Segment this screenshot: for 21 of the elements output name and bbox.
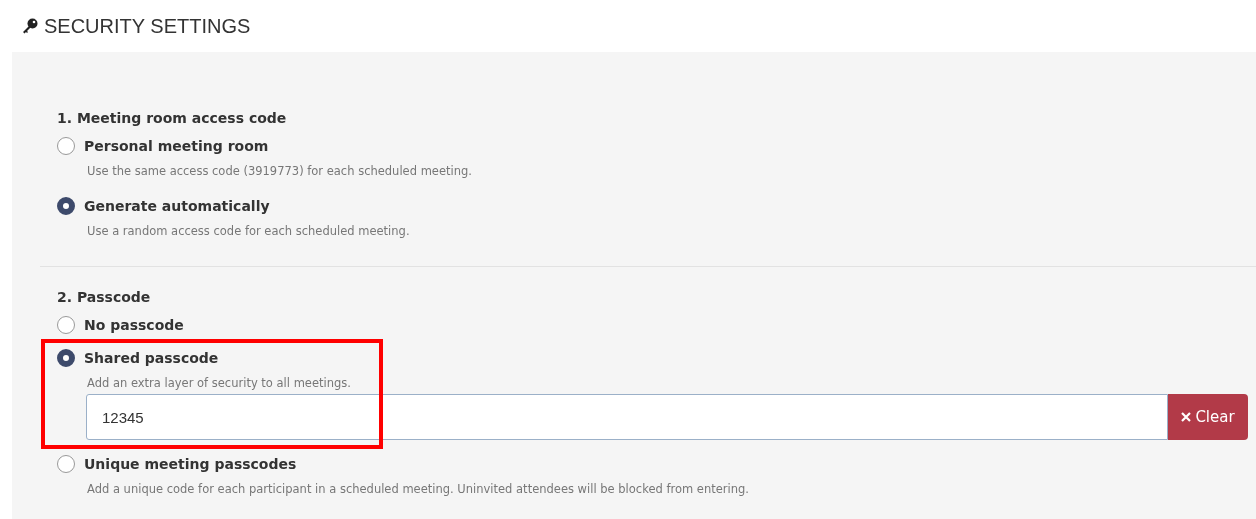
key-icon — [22, 18, 38, 34]
option-description: Add an extra layer of security to all meetings. — [87, 376, 351, 390]
option-description: Use the same access code (3919773) for each scheduled meeting. — [87, 164, 472, 178]
passcode-field[interactable]: 12345 — [86, 394, 1168, 440]
option-label: Shared passcode — [84, 350, 219, 366]
option-label: No passcode — [84, 317, 184, 333]
radio-button[interactable] — [57, 316, 75, 334]
section-title: SECURITY SETTINGS — [44, 14, 251, 38]
option-label: Generate automatically — [84, 198, 270, 214]
option-description: Add a unique code for each participant in a scheduled meeting. Uninvited attendees will be blocked from entering. — [87, 482, 749, 496]
section-heading: 2. Passcode — [57, 289, 151, 305]
option-label: Personal meeting room — [84, 138, 269, 154]
option-label: Unique meeting passcodes — [84, 456, 297, 472]
radio-button[interactable] — [57, 455, 75, 473]
radio-button[interactable] — [57, 137, 75, 155]
radio-button[interactable] — [57, 349, 75, 367]
clear-button[interactable]: Clear — [1168, 394, 1248, 440]
close-icon — [1181, 412, 1192, 422]
radio-button[interactable] — [57, 197, 75, 215]
option-description: Use a random access code for each scheduled meeting. — [87, 224, 410, 238]
section-heading: 1. Meeting room access code — [57, 110, 287, 126]
